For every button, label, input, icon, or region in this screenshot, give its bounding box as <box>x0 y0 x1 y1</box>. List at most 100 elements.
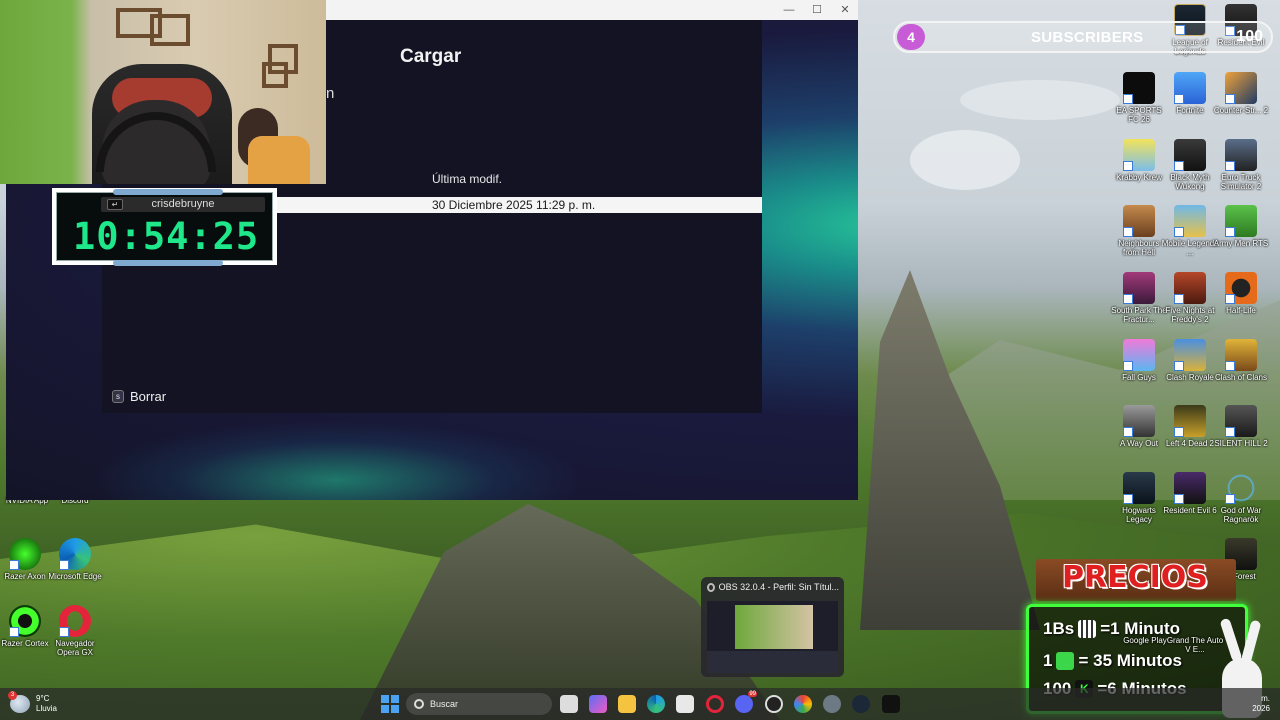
euro-truck-icon <box>1225 139 1257 171</box>
resident-evil-6-icon <box>1174 472 1206 504</box>
desktop-icon-mobile-legends[interactable]: Mobile Legends ... <box>1161 205 1219 257</box>
icon-label: Five Nights at Freddy's 2 <box>1165 306 1215 324</box>
desktop-icon-fc26[interactable]: EA SPORTS FC 26 <box>1110 72 1168 124</box>
black-myth-wukong-icon <box>1174 139 1206 171</box>
silent-hill-icon <box>1225 405 1257 437</box>
desktop-icon-euro-truck[interactable]: Euro Truck Simulator 2 <box>1212 139 1270 191</box>
razer-cortex-icon <box>9 605 41 637</box>
clock-tab <box>113 189 223 195</box>
desktop-icon-a-way-out[interactable]: A Way Out <box>1110 405 1168 448</box>
taskbar-search[interactable]: Buscar <box>406 693 552 715</box>
south-park-icon <box>1123 272 1155 304</box>
window-titlebar[interactable]: — ☐ ✕ <box>326 0 858 20</box>
enter-key-icon: ↵ <box>107 199 123 210</box>
icon-label: God of War Ragnarök <box>1220 506 1262 524</box>
game-icon[interactable] <box>882 695 900 713</box>
desktop-icon-clash-of-clans[interactable]: Clash of Clans <box>1212 339 1270 382</box>
wall-shelf <box>150 14 190 46</box>
weather-condition: Lluvia <box>36 704 57 713</box>
taskbar: 3 9°C Lluvia Buscar 99 m. 2026 <box>0 688 1280 720</box>
desktop-icon-half-life[interactable]: Half-Life <box>1212 272 1270 315</box>
tray-time: m. <box>1261 694 1270 703</box>
icon-label: Left 4 Dead 2 <box>1165 439 1215 448</box>
task-view-icon[interactable] <box>560 695 578 713</box>
maximize-icon[interactable]: ☐ <box>810 3 824 17</box>
close-icon[interactable]: ✕ <box>838 3 852 17</box>
chrome-icon[interactable] <box>794 695 812 713</box>
store-icon[interactable] <box>676 695 694 713</box>
copilot-icon[interactable] <box>589 695 607 713</box>
desktop-icon-fnaf[interactable]: Five Nights at Freddy's 2 <box>1161 272 1219 324</box>
subscriber-goal-bar: 4 SUBSCRIBERS 100 <box>893 21 1273 53</box>
a-way-out-icon <box>1123 405 1155 437</box>
settings-icon[interactable] <box>823 695 841 713</box>
edge-icon[interactable] <box>647 695 665 713</box>
steam-icon[interactable] <box>852 695 870 713</box>
gift-icon <box>1056 652 1075 670</box>
icon-label: Euro Truck Simulator 2 <box>1220 173 1262 191</box>
desktop-icon-south-park[interactable]: South Park The Fractur... <box>1110 272 1168 324</box>
icon-label: Half-Life <box>1226 306 1256 315</box>
desktop-icon-hogwarts[interactable]: Hogwarts Legacy <box>1110 472 1168 524</box>
tray-date: 2026 <box>1252 704 1270 713</box>
obs-title: OBS 32.0.4 - Perfil: Sin Títul... <box>707 582 839 592</box>
krabby-krew-icon <box>1123 139 1155 171</box>
obs-preview-dock <box>707 651 838 673</box>
desktop-icon-god-of-war[interactable]: God of War Ragnarök <box>1212 472 1270 524</box>
counter-strike-icon <box>1225 72 1257 104</box>
icon-label: Resident Evil 6 <box>1163 506 1217 515</box>
desktop-icon-fall-guys[interactable]: Fall Guys <box>1110 339 1168 382</box>
desktop-icon-fortnite[interactable]: Fortnite <box>1161 72 1219 115</box>
qr-code-icon <box>1078 620 1097 638</box>
desktop-icon-l4d2[interactable]: Left 4 Dead 2 <box>1161 405 1219 448</box>
razer-axon-icon <box>9 538 41 570</box>
obs-icon <box>707 582 715 592</box>
mobile-legends-icon <box>1174 205 1206 237</box>
desktop-icon-army-men[interactable]: Army Men RTS <box>1212 205 1270 248</box>
army-men-icon <box>1225 205 1257 237</box>
obs-icon[interactable] <box>765 695 783 713</box>
clash-of-clans-icon <box>1225 339 1257 371</box>
opera-gx-icon[interactable] <box>706 695 724 713</box>
file-explorer-icon[interactable] <box>618 695 636 713</box>
desktop-icon-silent-hill[interactable]: SILENT HILL 2 <box>1212 405 1270 448</box>
system-clock[interactable]: m. 2026 <box>1252 694 1270 714</box>
key-s-icon: s <box>112 390 124 403</box>
neighbours-from-hell-icon <box>1123 205 1155 237</box>
edge-icon <box>59 538 91 570</box>
obs-preview-camera <box>735 605 813 649</box>
save-slot-row[interactable]: 30 Diciembre 2025 11:29 p. m. <box>276 197 762 213</box>
fall-guys-icon <box>1123 339 1155 371</box>
icon-label: Hogwarts Legacy <box>1122 506 1156 524</box>
obs-title-text: OBS 32.0.4 - Perfil: Sin Títul... <box>718 582 839 592</box>
hogwarts-legacy-icon <box>1123 472 1155 504</box>
desktop-icon-cs2[interactable]: Counter-Str... 2 <box>1212 72 1270 115</box>
subscriber-label: SUBSCRIBERS <box>1031 29 1144 46</box>
obs-window-thumbnail[interactable]: OBS 32.0.4 - Perfil: Sin Títul... <box>701 577 844 677</box>
icon-label: EA SPORTS FC 26 <box>1116 106 1162 124</box>
precios-title: PRECIOS <box>1062 560 1208 595</box>
delete-button[interactable]: s Borrar <box>112 389 166 404</box>
discord-badge: 99 <box>748 691 757 697</box>
desktop-icon-re6[interactable]: Resident Evil 6 <box>1161 472 1219 515</box>
desktop-icon-edge[interactable]: Microsoft Edge <box>46 538 104 581</box>
clock-time: 10:54:25 <box>73 215 260 258</box>
icon-label: Mobile Legends ... <box>1161 239 1219 257</box>
discord-icon[interactable]: 99 <box>735 691 757 713</box>
clock-tab <box>113 260 223 266</box>
search-placeholder: Buscar <box>430 699 459 709</box>
start-button[interactable] <box>381 695 399 713</box>
desktop-icon-wukong[interactable]: Black Myth Wukong <box>1161 139 1219 191</box>
price-amount: 1Bs <box>1043 619 1075 638</box>
price-row-gift: 1 = 35 Minutos <box>1043 651 1182 671</box>
icon-label: Counter-Str... 2 <box>1213 106 1269 115</box>
weather-widget[interactable]: 3 9°C Lluvia <box>8 691 57 714</box>
desktop-icon-krabby[interactable]: Krabby Krew <box>1110 139 1168 182</box>
desktop-icon-opera[interactable]: Navegador Opera GX <box>46 605 104 657</box>
minimize-icon[interactable]: — <box>782 3 796 17</box>
desktop-icon-clash-royale[interactable]: Clash Royale <box>1161 339 1219 382</box>
icon-label: South Park The Fractur... <box>1111 306 1167 324</box>
desktop-icon-neighbours[interactable]: Neighbours from Hell <box>1110 205 1168 257</box>
subscriber-goal: 100 <box>1236 28 1263 45</box>
icon-label: Army Men RTS <box>1213 239 1269 248</box>
